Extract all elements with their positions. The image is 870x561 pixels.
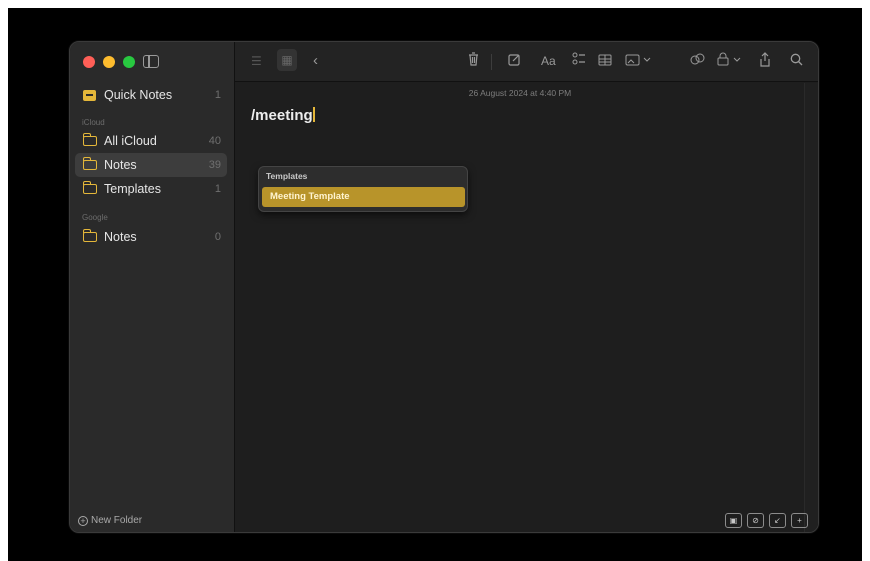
collaborate-icon[interactable] <box>690 52 705 70</box>
link-icon[interactable]: ⊘ <box>747 513 764 528</box>
minimize-button[interactable] <box>103 56 115 68</box>
sidebar-item-quick-notes[interactable]: Quick Notes 1 <box>75 83 227 107</box>
sidebar-item-label: Notes <box>104 230 137 244</box>
trash-icon[interactable] <box>468 52 479 70</box>
gallery-view-icon[interactable]: ▦ <box>277 49 297 71</box>
sidebar-item-label: All iCloud <box>104 134 157 148</box>
compose-icon[interactable] <box>508 52 521 70</box>
sidebar-item-label: Notes <box>104 158 137 172</box>
sidebar-item-count: 39 <box>208 159 221 171</box>
close-button[interactable] <box>83 56 95 68</box>
note-body-text[interactable]: /meeting <box>251 107 315 124</box>
lock-icon[interactable] <box>717 52 743 70</box>
folder-icon <box>82 133 97 146</box>
toolbar: ☰ ▦ ‹ Aa <box>235 42 818 82</box>
window-controls <box>83 56 135 68</box>
new-folder-label: New Folder <box>91 515 143 526</box>
typed-command: /meeting <box>251 107 313 124</box>
note-date: 26 August 2024 at 4:40 PM <box>468 88 572 98</box>
sidebar-item-count: 0 <box>214 231 221 243</box>
sidebar-item-count: 1 <box>214 183 221 195</box>
folder-icon <box>82 157 97 170</box>
sidebar-item-templates[interactable]: Templates 1 <box>75 177 227 201</box>
format-icon[interactable]: Aa <box>541 52 556 70</box>
section-header-icloud: iCloud <box>82 118 105 127</box>
folder-icon <box>82 181 97 194</box>
search-icon[interactable] <box>790 52 803 70</box>
sidebar-item-label: Templates <box>104 182 161 196</box>
back-icon[interactable]: ‹ <box>313 52 318 70</box>
bottom-toolbar: ▣ ⊘ ↙ + <box>725 513 808 528</box>
collapse-arrow-icon[interactable]: ↙ <box>769 513 786 528</box>
media-icon[interactable] <box>625 52 651 70</box>
scrollbar[interactable] <box>804 83 818 532</box>
zoom-button[interactable] <box>123 56 135 68</box>
checklist-icon[interactable] <box>572 52 586 70</box>
sidebar-item-notes[interactable]: Notes 39 <box>75 153 227 177</box>
sidebar-toggle-icon[interactable] <box>143 55 159 68</box>
toolbar-divider <box>491 54 492 70</box>
sidebar-item-all-icloud[interactable]: All iCloud 40 <box>75 129 227 153</box>
quick-notes-icon <box>83 89 96 101</box>
folder-icon <box>82 229 97 242</box>
plus-circle-icon: + <box>78 515 88 526</box>
popup-section-title: Templates <box>266 171 308 181</box>
section-header-google: Google <box>82 213 108 222</box>
meeting-template-option[interactable]: Meeting Template <box>262 187 465 207</box>
new-folder-button[interactable]: + New Folder <box>78 515 142 526</box>
notes-window: Quick Notes 1 iCloud All iCloud 40 Notes… <box>69 41 819 533</box>
share-icon[interactable] <box>759 52 771 71</box>
sidebar: Quick Notes 1 iCloud All iCloud 40 Notes… <box>70 42 235 532</box>
note-editor[interactable]: 26 August 2024 at 4:40 PM /meeting Templ… <box>236 83 818 532</box>
sidebar-item-google-notes[interactable]: Notes 0 <box>75 225 227 249</box>
sidebar-item-label: Quick Notes <box>104 88 173 102</box>
template-suggestion-popup: Templates Meeting Template <box>258 166 468 212</box>
text-caret <box>312 107 315 122</box>
table-icon[interactable] <box>598 52 612 70</box>
list-view-icon[interactable]: ☰ <box>251 52 262 70</box>
sidebar-item-count: 40 <box>208 135 221 147</box>
add-icon[interactable]: + <box>791 513 808 528</box>
note-icon-button[interactable]: ▣ <box>725 513 742 528</box>
sidebar-item-count: 1 <box>214 89 221 101</box>
